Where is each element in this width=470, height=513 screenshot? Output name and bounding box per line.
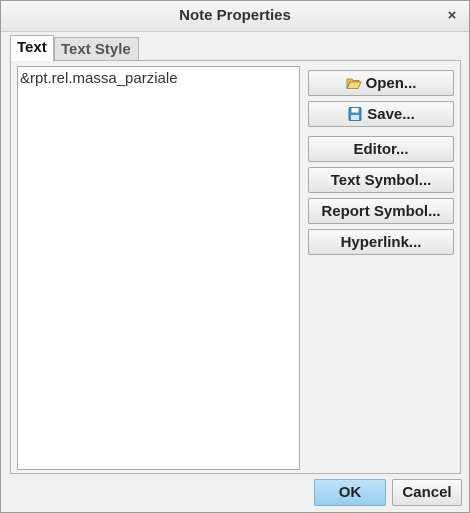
tab-text-style[interactable]: Text Style — [54, 37, 139, 60]
cancel-button[interactable]: Cancel — [392, 479, 462, 506]
report-symbol-button[interactable]: Report Symbol... — [308, 198, 454, 224]
dialog-title: Note Properties — [179, 7, 291, 24]
hyperlink-button[interactable]: Hyperlink... — [308, 229, 454, 255]
ok-button[interactable]: OK — [314, 479, 386, 506]
save-button-label: Save... — [367, 105, 415, 123]
note-properties-dialog: Note Properties × Text Text Style &rpt.r… — [0, 0, 470, 513]
text-symbol-button[interactable]: Text Symbol... — [308, 167, 454, 193]
open-button-label: Open... — [365, 74, 417, 92]
save-button[interactable]: Save... — [308, 101, 454, 127]
folder-open-icon — [345, 76, 362, 90]
tab-text[interactable]: Text — [10, 35, 54, 61]
tab-panel-text: &rpt.rel.massa_parziale Open... Save... … — [10, 60, 461, 474]
editor-button[interactable]: Editor... — [308, 136, 454, 162]
close-icon[interactable]: × — [443, 6, 461, 26]
floppy-disk-icon — [347, 107, 363, 121]
note-text-area[interactable]: &rpt.rel.massa_parziale — [17, 66, 300, 470]
open-button[interactable]: Open... — [308, 70, 454, 96]
title-bar[interactable]: Note Properties × — [1, 1, 469, 32]
